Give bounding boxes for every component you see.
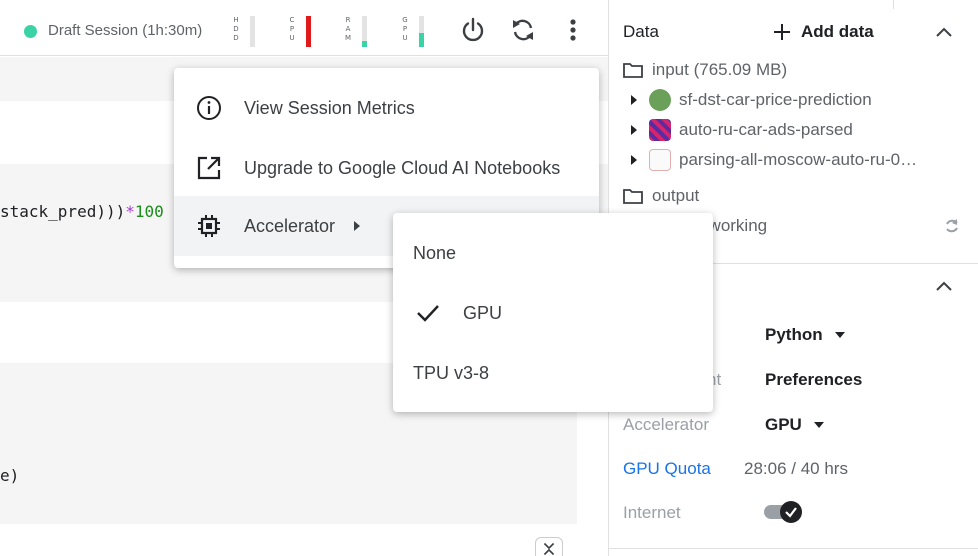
accelerator-label: Accelerator [623,415,709,434]
submenu-caret-icon [354,221,360,231]
open-external-icon [197,156,221,180]
accelerator-option-none[interactable]: None [393,223,713,283]
accelerator-option-tpu[interactable]: TPU v3-8 [393,343,713,403]
internet-toggle[interactable] [764,500,804,524]
code-text: stack_pred))) [0,202,126,221]
gpu-meter-fill [419,33,424,47]
accelerator-select[interactable]: GPU [765,415,824,435]
cpu-meter-fill [306,16,311,47]
language-select[interactable]: Python [765,325,845,345]
power-icon[interactable] [459,16,487,44]
dataset-thumbnail [649,119,671,141]
meter-tag: H D D [233,16,239,42]
meter-tag: G P U [402,16,408,42]
add-data-button[interactable]: Add data [773,20,874,44]
menu-item-label: Accelerator [244,215,336,236]
environment-value[interactable]: Preferences [765,370,862,390]
dataset-item[interactable]: auto-ru-car-ads-parsed [631,119,853,141]
gpu-quota-link[interactable]: GPU Quota [623,459,711,479]
menu-item-label: View Session Metrics [244,97,415,118]
folder-icon [623,63,643,78]
meter-tag: R A M [344,16,352,42]
accelerator-option-label: GPU [463,303,503,323]
dataset-item[interactable]: parsing-all-moscow-auto-ru-0… [631,149,917,171]
accelerator-option-label: None [413,243,457,263]
expand-caret-icon[interactable] [631,95,637,105]
meter-tag: C P U [289,16,295,42]
internet-label: Internet [623,503,681,522]
checkmark-icon [417,305,439,322]
accelerator-option-label: TPU v3-8 [413,363,490,383]
check-icon [785,507,797,518]
ram-meter-fill [362,40,367,47]
menu-item-upgrade[interactable]: Upgrade to Google Cloud AI Notebooks [174,138,599,198]
dropdown-caret-icon [834,332,845,338]
dataset-label: auto-ru-car-ads-parsed [679,120,853,139]
notebook-editor: Draft Session (1h:30m) H D D C P U R A M… [0,0,978,556]
restart-icon[interactable] [509,16,537,44]
folder-icon [623,189,643,204]
dataset-thumbnail [649,89,671,111]
dataset-label: parsing-all-moscow-auto-ru-0… [679,150,918,169]
dataset-item[interactable]: sf-dst-car-price-prediction [631,89,872,111]
expand-caret-icon[interactable] [631,155,637,165]
code-number: 100 [134,202,164,221]
input-folder[interactable]: input (765.09 MB) [623,60,787,80]
language-value: Python [765,325,823,344]
dropdown-caret-icon [813,422,824,428]
session-label[interactable]: Draft Session (1h:30m) [48,22,202,39]
expand-caret-icon[interactable] [631,125,637,135]
section-divider [609,548,978,549]
dataset-thumbnail [649,149,671,171]
plus-icon [774,24,790,40]
data-section-title: Data [623,22,659,41]
session-status-indicator [24,25,37,38]
toggle-knob [780,501,802,523]
info-icon [197,96,221,120]
refresh-icon[interactable] [942,216,962,236]
accelerator-value: GPU [765,415,802,434]
more-options-icon[interactable] [559,16,587,44]
code-operator: * [125,202,135,221]
chip-icon [198,215,220,237]
gpu-quota-value: 28:06 / 40 hrs [744,459,848,478]
top-toolbar: Draft Session (1h:30m) H D D C P U R A M… [0,0,608,56]
add-data-label: Add data [801,22,874,41]
menu-item-view-session-metrics[interactable]: View Session Metrics [174,78,599,138]
code-line: stack_pred)))*100 [0,202,164,221]
accelerator-submenu: None GPU TPU v3-8 [393,213,713,412]
input-folder-label: input (765.09 MB) [652,60,788,79]
chevron-up-icon[interactable] [934,276,954,296]
collapse-cell-icon[interactable] [535,537,563,556]
dataset-label: sf-dst-car-price-prediction [679,90,872,109]
accelerator-option-gpu[interactable]: GPU [393,283,713,343]
output-folder[interactable]: output [623,186,699,206]
code-line: e) [0,466,20,485]
menu-item-label: Upgrade to Google Cloud AI Notebooks [244,157,561,178]
output-folder-label: output [652,186,700,205]
chevron-up-icon[interactable] [934,22,954,42]
